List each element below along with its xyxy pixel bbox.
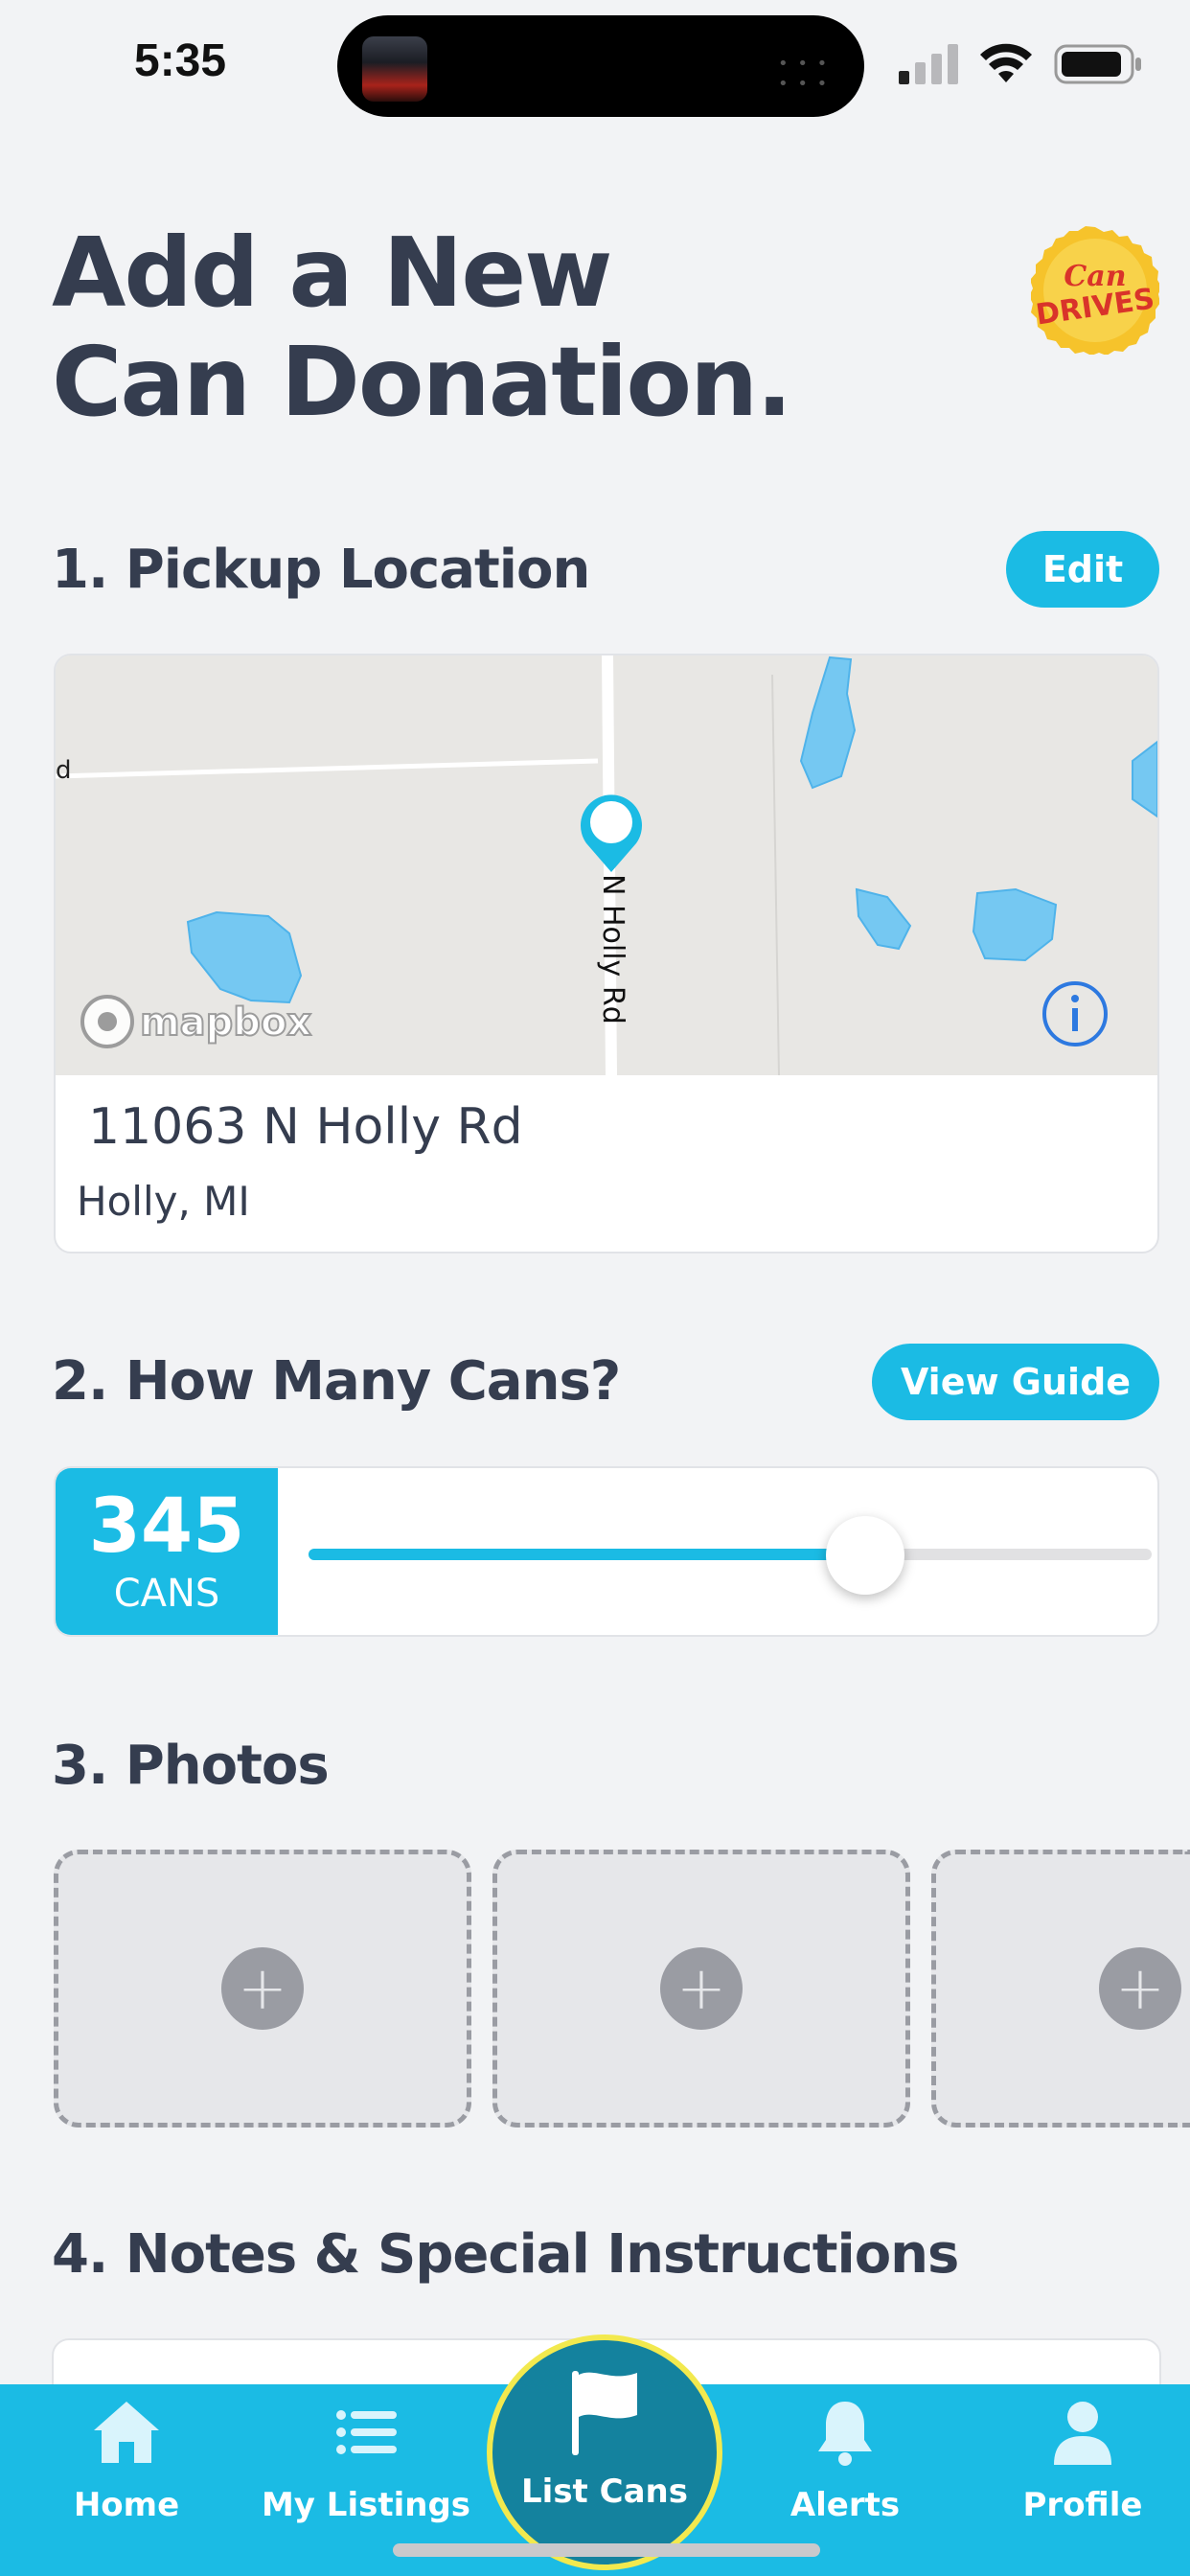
- add-photo-slot-1[interactable]: +: [54, 1850, 471, 2128]
- profile-icon: [1054, 2402, 1111, 2465]
- pickup-location-card: d N Holly Rd mapbox 11063 N Holly Rd Hol…: [54, 654, 1159, 1254]
- audio-waveform-icon: • • • • • •: [778, 54, 830, 94]
- add-photo-icon: +: [660, 1947, 743, 2030]
- can-count-card: 345 CANS: [54, 1466, 1159, 1637]
- tab-home-label: Home: [73, 2486, 180, 2524]
- how-many-cans-heading: 2. How Many Cans?: [52, 1350, 621, 1413]
- status-time: 5:35: [134, 35, 227, 86]
- map-canvas: d N Holly Rd mapbox: [56, 656, 1157, 1075]
- now-playing-artwork[interactable]: [362, 36, 427, 102]
- page-title-line-2: Can Donation.: [52, 326, 792, 438]
- tab-home[interactable]: Home: [11, 2396, 241, 2540]
- mapbox-attribution: mapbox: [140, 1000, 311, 1045]
- pickup-city: Holly, MI: [77, 1178, 250, 1225]
- page-title-line-1: Add a New: [52, 217, 613, 329]
- list-icon: [336, 2410, 397, 2454]
- can-drives-logo: Can DRIVES: [1031, 226, 1159, 355]
- edit-location-button[interactable]: Edit: [1006, 531, 1159, 608]
- flag-icon: [572, 2371, 637, 2455]
- home-icon: [94, 2402, 159, 2463]
- add-photo-slot-3[interactable]: +: [931, 1850, 1190, 2128]
- can-count-slider-thumb[interactable]: [825, 1516, 904, 1595]
- pickup-map[interactable]: d N Holly Rd mapbox: [56, 656, 1157, 1075]
- add-photo-icon: +: [1099, 1947, 1181, 2030]
- notes-heading: 4. Notes & Special Instructions: [52, 2223, 959, 2286]
- view-guide-button[interactable]: View Guide: [872, 1344, 1159, 1420]
- tab-my-listings[interactable]: My Listings: [251, 2396, 481, 2540]
- svg-text:d: d: [56, 756, 72, 785]
- wifi-icon: [980, 43, 1032, 82]
- map-road-label: N Holly Rd: [596, 874, 629, 1024]
- pickup-address: 11063 N Holly Rd: [88, 1098, 523, 1156]
- mapbox-logo-icon: [80, 995, 134, 1048]
- tab-alerts-label: Alerts: [790, 2486, 901, 2524]
- bell-icon: [818, 2402, 872, 2466]
- page-title: Add a New Can Donation.: [52, 218, 914, 437]
- home-indicator: [393, 2543, 820, 2557]
- can-count-slider-fill: [309, 1549, 865, 1560]
- battery-icon: [1054, 44, 1141, 84]
- can-count-value: 345: [88, 1484, 245, 1570]
- pickup-location-heading: 1. Pickup Location: [52, 539, 590, 601]
- add-photo-icon: +: [221, 1947, 304, 2030]
- tab-my-listings-label: My Listings: [261, 2486, 471, 2524]
- tab-list-cans[interactable]: List Cans: [487, 2334, 722, 2570]
- can-count-unit: CANS: [113, 1572, 220, 1616]
- tab-alerts[interactable]: Alerts: [730, 2396, 960, 2540]
- photos-heading: 3. Photos: [52, 1735, 330, 1797]
- can-count-display: 345 CANS: [56, 1468, 278, 1635]
- cellular-signal-icon: [899, 44, 958, 84]
- tab-list-cans-label: List Cans: [521, 2472, 688, 2511]
- tab-profile[interactable]: Profile: [968, 2396, 1190, 2540]
- tab-profile-label: Profile: [1022, 2486, 1143, 2524]
- add-photo-slot-2[interactable]: +: [492, 1850, 910, 2128]
